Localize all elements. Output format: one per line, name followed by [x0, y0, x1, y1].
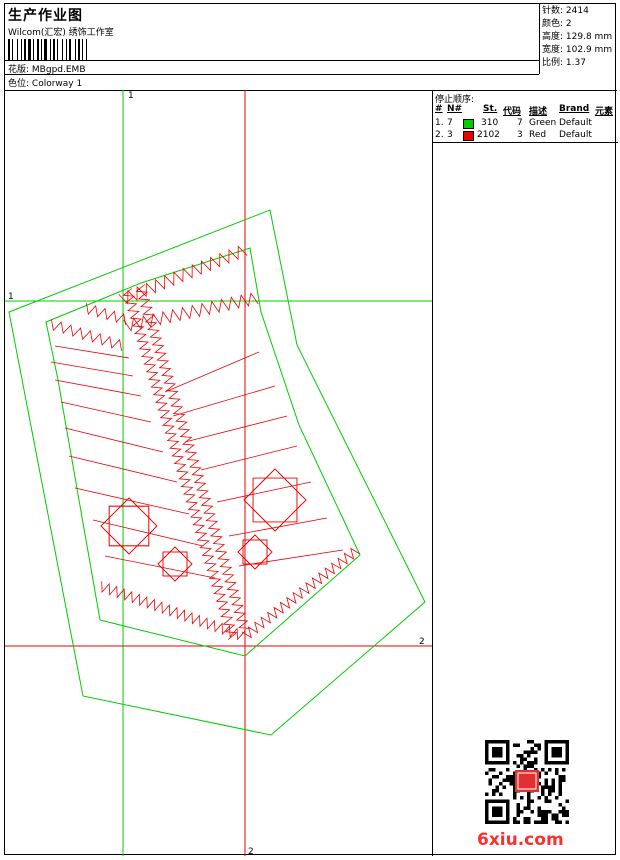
- outer-outline: [8, 209, 426, 736]
- embroidery-canvas: 1 1 2 2: [5, 90, 432, 857]
- sheet-frame: 生产作业图 Wilcom(汇宏) 绣饰工作室 花版: MBgpd.EMB 色位:…: [4, 3, 618, 857]
- guide-label-h2: 2: [419, 637, 425, 647]
- guide-label-h1: 1: [8, 292, 14, 302]
- colorway-info: 色位: Colorway 1: [8, 76, 82, 89]
- page-title: 生产作业图: [8, 8, 83, 24]
- color-swatch: [463, 119, 474, 129]
- stop-sequence-header: # N# St. 代码 描述 Brand 元素: [435, 104, 614, 117]
- stop-row: 1. 7 310 7 Green Default: [435, 118, 592, 129]
- colorway-label: 色位:: [8, 79, 30, 89]
- guide-label-v2: 2: [248, 847, 254, 856]
- stat-scale: 比例: 1.37: [542, 58, 586, 68]
- embroidery-design: 1 1 2 2: [5, 90, 432, 857]
- barcode: [8, 39, 87, 60]
- guide-label-v1: 1: [128, 91, 134, 101]
- studio-name: Wilcom(汇宏) 绣饰工作室: [8, 28, 114, 38]
- colorway-value: Colorway 1: [31, 79, 83, 89]
- stat-colors: 颜色: 2: [542, 19, 572, 29]
- stats-panel: 针数: 2414 颜色: 2 高度: 129.8 mm 宽度: 102.9 mm…: [539, 4, 617, 74]
- stat-height: 高度: 129.8 mm: [542, 32, 613, 42]
- divider: [5, 74, 539, 75]
- site-watermark: 6xiu.com: [477, 830, 564, 850]
- header: 生产作业图 Wilcom(汇宏) 绣饰工作室 花版: MBgpd.EMB 色位:…: [5, 4, 617, 91]
- stop-sequence-panel: 停止顺序: # N# St. 代码 描述 Brand 元素 1. 7 310 7…: [432, 90, 618, 856]
- divider: [5, 60, 539, 61]
- color-swatch: [463, 131, 474, 141]
- stat-width: 宽度: 102.9 mm: [542, 45, 613, 55]
- qr-code: [485, 740, 569, 824]
- divider: [433, 142, 618, 143]
- red-stitch-layer: [50, 245, 361, 641]
- stat-stitches: 针数: 2414: [542, 6, 589, 16]
- stop-row: 2. 3 2102 3 Red Default: [435, 130, 592, 141]
